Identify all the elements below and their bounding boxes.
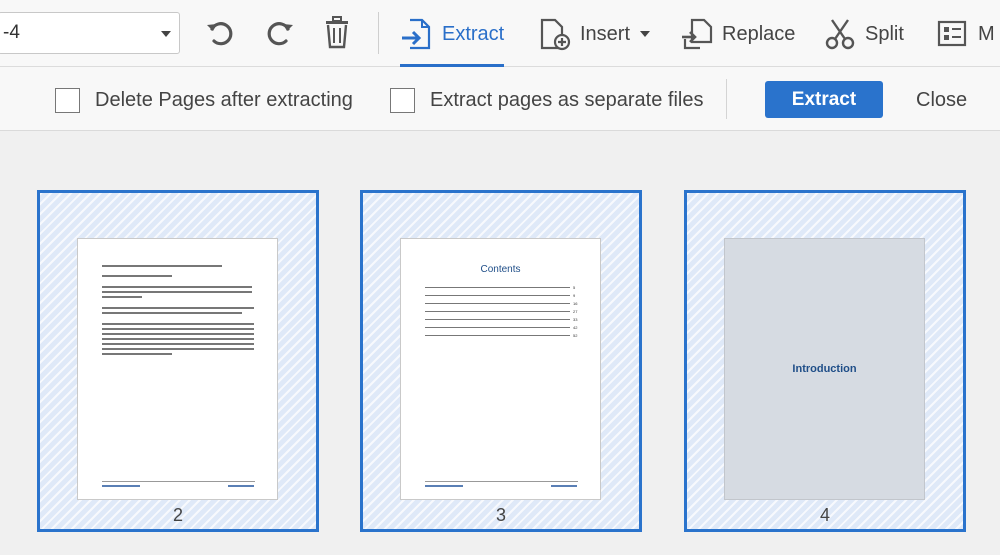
footer-rule (425, 481, 578, 482)
split-tool-label: Split (865, 22, 904, 45)
extract-button[interactable]: Extract (765, 81, 883, 118)
toc-line (425, 319, 570, 320)
text-line (102, 323, 254, 325)
text-line (102, 286, 252, 288)
extract-options-bar: Delete Pages after extracting Extract pa… (0, 67, 1000, 131)
toc-line (425, 327, 570, 328)
toolbar: -4 Extract Insert Replace Split M (0, 0, 1000, 67)
footer-text (228, 485, 254, 487)
page-thumbnail[interactable]: 2 (37, 190, 319, 532)
toc-page: 9 (573, 293, 576, 298)
more-tool[interactable]: M (936, 14, 995, 54)
insert-tool[interactable]: Insert (538, 14, 651, 54)
page-number: 3 (495, 505, 506, 525)
text-line (102, 348, 254, 350)
separate-files-checkbox[interactable]: Extract pages as separate files (390, 88, 703, 113)
text-line (102, 333, 254, 335)
delete-pages-checkbox[interactable]: Delete Pages after extracting (55, 88, 353, 113)
toolbar-divider (378, 12, 379, 54)
insert-page-icon (540, 18, 571, 51)
text-line (102, 291, 252, 293)
scissors-icon (825, 19, 855, 50)
footer-text (551, 485, 577, 487)
delete-icon[interactable] (319, 14, 355, 50)
introduction-heading: Introduction (792, 363, 857, 375)
toc-page: 52 (573, 333, 578, 338)
toc-page: 16 (573, 301, 578, 306)
page-number: 4 (819, 505, 830, 525)
text-line (102, 296, 142, 298)
text-line (102, 307, 254, 309)
close-button[interactable]: Close (916, 89, 967, 112)
text-line (102, 265, 222, 267)
text-line (102, 338, 254, 340)
text-line (102, 353, 172, 355)
undo-icon[interactable] (203, 14, 239, 50)
page-preview: Introduction (724, 238, 925, 500)
replace-tool-label: Replace (722, 22, 796, 45)
insert-tool-label: Insert (580, 22, 631, 45)
separate-files-label: Extract pages as separate files (430, 89, 704, 111)
toc-line (425, 303, 570, 304)
checkbox-box[interactable] (390, 88, 415, 113)
toc-line (425, 311, 570, 312)
options-divider (726, 79, 727, 119)
extract-icon (402, 18, 431, 50)
page-number: 2 (172, 505, 183, 525)
more-tool-label: M (978, 22, 995, 45)
delete-pages-label: Delete Pages after extracting (95, 89, 353, 111)
page-preview: Contents 5 9 16 27 33 42 52 (400, 238, 601, 500)
more-options-icon (937, 20, 967, 47)
split-tool[interactable]: Split (823, 14, 904, 54)
toc-page: 42 (573, 325, 578, 330)
page-range-value: -4 (3, 22, 20, 43)
replace-icon (682, 18, 713, 50)
footer-text (102, 485, 140, 487)
page-thumbnail[interactable]: Contents 5 9 16 27 33 42 52 3 (360, 190, 642, 532)
footer-text (425, 485, 463, 487)
redo-icon[interactable] (261, 14, 297, 50)
toc-page: 33 (573, 317, 578, 322)
toc-page: 5 (573, 285, 576, 290)
text-line (102, 328, 254, 330)
page-thumbnail[interactable]: Introduction 4 (684, 190, 966, 532)
page-preview (77, 238, 278, 500)
chevron-down-icon (640, 31, 651, 37)
checkbox-box[interactable] (55, 88, 80, 113)
toc-line (425, 287, 570, 288)
toc-line (425, 335, 570, 336)
chevron-down-icon (161, 31, 171, 37)
toc-line (425, 295, 570, 296)
footer-rule (102, 481, 255, 482)
extract-tool[interactable]: Extract (400, 14, 505, 67)
page-range-select[interactable]: -4 (0, 12, 180, 54)
text-line (102, 343, 254, 345)
text-line (102, 312, 242, 314)
text-line (102, 275, 172, 277)
contents-heading: Contents (480, 264, 521, 275)
replace-tool[interactable]: Replace (680, 14, 795, 54)
toc-page: 27 (573, 309, 578, 314)
extract-tool-label: Extract (442, 22, 505, 45)
